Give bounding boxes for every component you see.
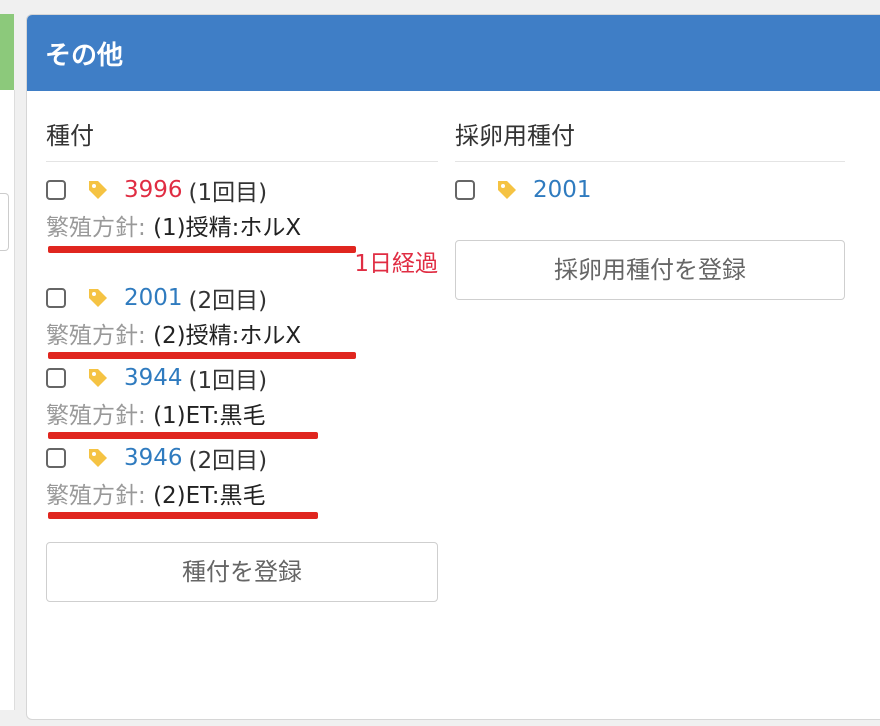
egg-collection-column: 採卵用種付 2001 採卵用種付を登録 [455,115,845,300]
highlight-underline [48,432,318,439]
breeding-round: (1回目) [188,180,268,206]
breeding-policy-label: 繁殖方針: [46,483,146,509]
breeding-entry-line: 2001 (2回目) [46,280,438,316]
breeding-policy-label: 繁殖方針: [46,215,146,241]
tag-icon [89,181,107,199]
breeding-column-title: 種付 [46,115,438,162]
highlight-underline [48,352,356,359]
breeding-policy-label: 繁殖方針: [46,403,146,429]
breeding-entry-line: 3996 (1回目) [46,172,438,208]
panel-header: その他 [27,15,880,91]
breeding-policy: 繁殖方針: (2)授精:ホルX [46,316,438,359]
breeding-policy: 繁殖方針: (1)授精:ホルX [46,208,438,253]
egg-collection-entry: 2001 [455,172,845,208]
breeding-policy: 繁殖方針: (2)ET:黒毛 [46,476,438,519]
checkbox[interactable] [46,368,66,388]
breeding-column: 種付 3996 (1回目) 繁殖方針: (1)授精:ホルX 1日経過 2001 [46,115,438,602]
breeding-entry: 3996 (1回目) 繁殖方針: (1)授精:ホルX 1日経過 [46,172,438,280]
other-panel: その他 種付 3996 (1回目) 繁殖方針: (1)授精:ホルX 1日経過 2… [26,14,880,720]
breeding-policy-label: 繁殖方針: [46,323,146,349]
breeding-entry-line: 3944 (1回目) [46,360,438,396]
cow-number-link[interactable]: 3944 [124,365,183,391]
breeding-policy-value: (2)ET:黒毛 [153,483,266,509]
egg-collection-column-title: 採卵用種付 [455,115,845,162]
cow-number-link[interactable]: 3996 [124,177,183,203]
tag-icon [498,181,516,199]
adjacent-panel-header [0,14,14,90]
tag-icon [89,369,107,387]
register-breeding-button[interactable]: 種付を登録 [46,542,438,602]
breeding-policy-value: (1)ET:黒毛 [153,403,266,429]
breeding-round: (2回目) [188,448,268,474]
breeding-entry-line: 3946 (2回目) [46,440,438,476]
egg-collection-entry-line: 2001 [455,172,845,208]
breeding-round: (1回目) [188,368,268,394]
checkbox[interactable] [46,180,66,200]
breeding-policy-value: (2)授精:ホルX [153,323,302,349]
breeding-policy: 繁殖方針: (1)ET:黒毛 [46,396,438,439]
checkbox[interactable] [46,288,66,308]
breeding-policy-value: (1)授精:ホルX [153,215,302,241]
adjacent-panel-edge [0,90,15,710]
breeding-entry: 3944 (1回目) 繁殖方針: (1)ET:黒毛 [46,360,438,439]
cow-number-link[interactable]: 3946 [124,445,183,471]
highlight-underline [48,246,356,253]
adjacent-input-fragment [0,193,9,251]
breeding-entry: 3946 (2回目) 繁殖方針: (2)ET:黒毛 [46,440,438,519]
checkbox[interactable] [455,180,475,200]
cow-number-link[interactable]: 2001 [533,177,592,203]
register-egg-collection-button[interactable]: 採卵用種付を登録 [455,240,845,300]
cow-number-link[interactable]: 2001 [124,285,183,311]
breeding-entry: 2001 (2回目) 繁殖方針: (2)授精:ホルX [46,280,438,359]
tag-icon [89,289,107,307]
tag-icon [89,449,107,467]
highlight-underline [48,512,318,519]
panel-title: その他 [45,40,124,71]
breeding-round: (2回目) [188,288,268,314]
checkbox[interactable] [46,448,66,468]
